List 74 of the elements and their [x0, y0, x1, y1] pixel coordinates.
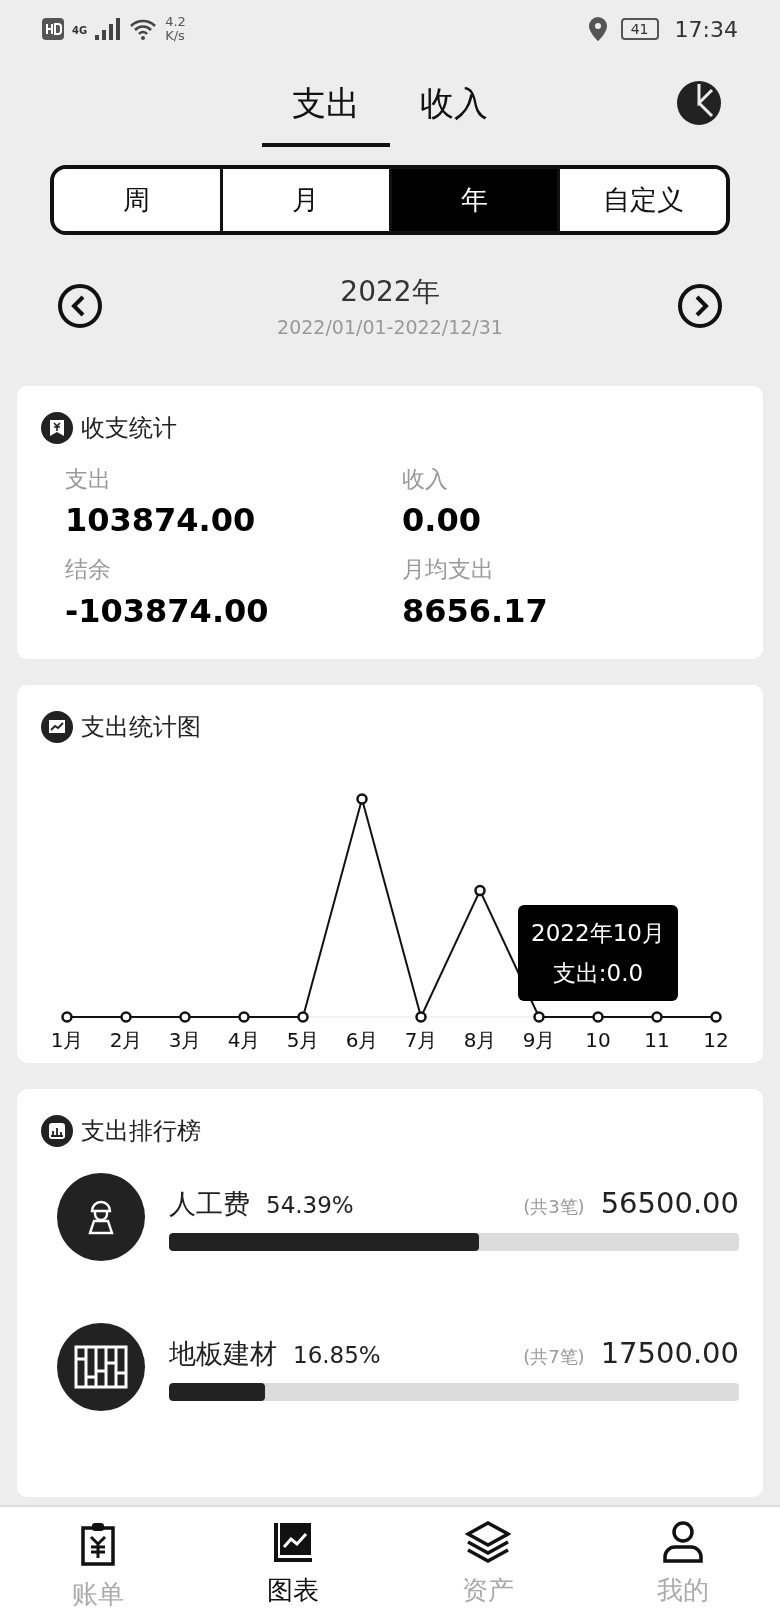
data-point[interactable]: [297, 1010, 309, 1023]
type-tab[interactable]: 收入: [390, 58, 518, 147]
date-range: 2022/01/01-2022/12/31: [277, 315, 503, 340]
clipboard-icon: [79, 1521, 116, 1567]
pie-chart-icon[interactable]: [676, 80, 722, 126]
speed-unit: K/s: [165, 29, 186, 44]
period-tab[interactable]: 周: [54, 169, 220, 231]
card-title: 支出统计图: [81, 711, 201, 743]
stat-label: 收入: [402, 464, 449, 494]
wifi-icon: [129, 18, 158, 40]
stat-value: 8656.17: [402, 590, 549, 632]
stat-value: -103874.00: [65, 590, 270, 632]
tooltip-title: 2022年10月: [530, 918, 666, 948]
nav-tab[interactable]: 图表: [195, 1507, 390, 1620]
stat-value: 0.00: [402, 500, 482, 541]
floor-icon: [74, 1344, 128, 1389]
data-point[interactable]: [533, 1010, 545, 1023]
axis-label: 3月: [168, 1027, 202, 1052]
stat-label: 支出: [65, 464, 112, 494]
axis-label: 5月: [286, 1027, 320, 1052]
hd-icon: [42, 18, 64, 40]
data-point[interactable]: [179, 1010, 191, 1023]
axis-label: 8月: [463, 1027, 497, 1052]
location-icon: [588, 17, 607, 41]
period-tab[interactable]: 年: [388, 169, 558, 231]
receipt-icon: [41, 411, 73, 444]
data-point[interactable]: [120, 1010, 132, 1023]
category-percent: 16.85%: [293, 1340, 381, 1370]
period-tab[interactable]: 月: [219, 169, 389, 231]
axis-label: 1月: [50, 1027, 84, 1052]
stat-label: 结余: [65, 555, 112, 584]
network-speed: 4.2: [165, 14, 186, 29]
axis-label: 12: [703, 1027, 729, 1052]
data-point[interactable]: [651, 1010, 663, 1023]
axis-label: 4月: [227, 1027, 261, 1052]
data-point[interactable]: [238, 1010, 250, 1023]
data-point[interactable]: [710, 1010, 722, 1023]
data-point[interactable]: [356, 792, 368, 805]
record-count: (共3笔): [523, 1194, 585, 1219]
axis-label: 11: [644, 1027, 670, 1052]
layers-icon: [464, 1521, 511, 1563]
axis-label: 2月: [109, 1027, 143, 1052]
stat-value: 103874.00: [65, 500, 257, 541]
period-tab[interactable]: 自定义: [557, 169, 726, 231]
previous-button[interactable]: [56, 282, 104, 331]
type-tab[interactable]: 支出: [262, 58, 390, 147]
category-percent: 54.39%: [266, 1190, 354, 1220]
bar-chart-icon: [41, 1114, 73, 1147]
record-count: (共7笔): [523, 1344, 585, 1369]
card-title: 支出排行榜: [81, 1115, 201, 1147]
clock: 17:34: [674, 15, 738, 44]
data-point[interactable]: [61, 1010, 73, 1023]
category-name: 人工费: [169, 1186, 250, 1221]
axis-label: 7月: [404, 1027, 438, 1052]
tooltip-value: 支出:0.0: [551, 958, 645, 988]
stat-label: 月均支出: [402, 555, 495, 584]
trend-icon: [41, 710, 73, 743]
signal-icon: [95, 18, 122, 40]
line-chart-icon: [272, 1521, 313, 1563]
axis-label: 6月: [345, 1027, 379, 1052]
person-icon: [661, 1521, 704, 1563]
period-title: 2022年: [340, 274, 440, 310]
category-amount: 56500.00: [600, 1184, 739, 1222]
data-point[interactable]: [474, 884, 486, 896]
data-point[interactable]: [592, 1010, 604, 1023]
next-button[interactable]: [676, 282, 724, 331]
battery-icon: 41: [620, 18, 659, 40]
axis-label: 10: [585, 1027, 611, 1052]
axis-label: 9月: [522, 1027, 556, 1052]
category-amount: 17500.00: [600, 1334, 739, 1372]
category-name: 地板建材: [169, 1336, 277, 1371]
data-point[interactable]: [415, 1010, 427, 1023]
network-type: 4G: [72, 23, 88, 38]
card-title: 收支统计: [81, 412, 177, 444]
